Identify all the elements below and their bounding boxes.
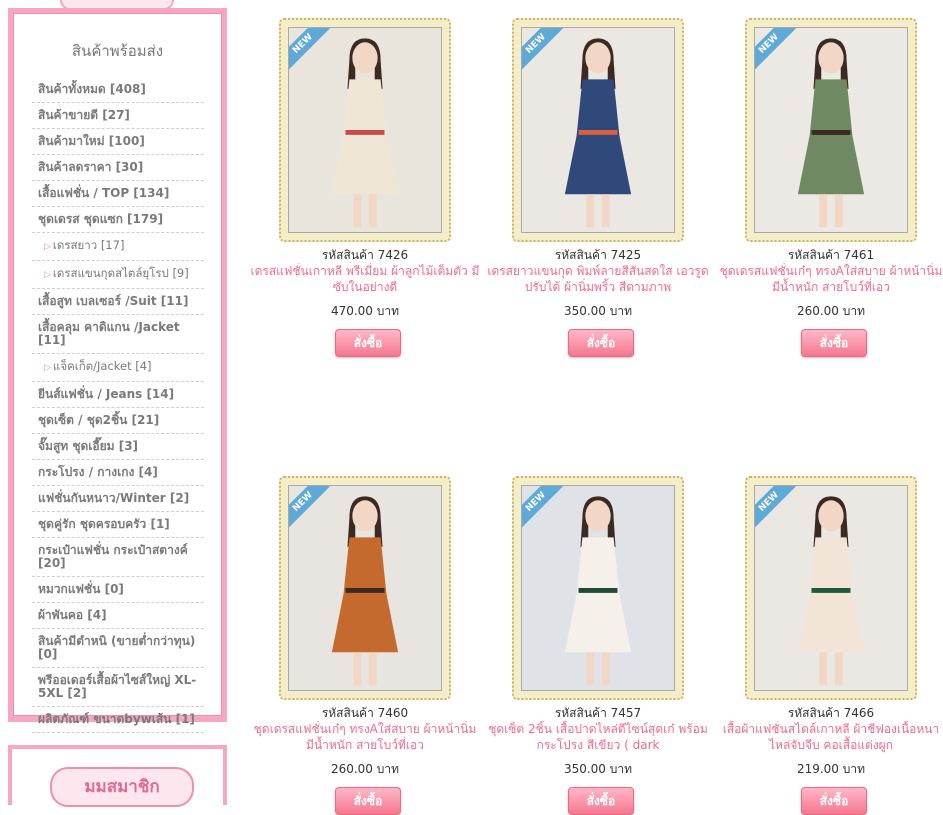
category-label: สินค้ามาใหม่ [100] — [38, 134, 145, 148]
category-label: หมวกแฟชั่น [0] — [38, 582, 124, 596]
category-item[interactable]: เสื้อคลุม คาดิแกน /Jacket [11] — [32, 315, 204, 354]
product-frame: NEW — [745, 476, 917, 700]
category-label: จั๊มสูท ชุดเอี๊ยม [3] — [38, 439, 139, 453]
category-label: ชุดเดรส ชุดแซก [179] — [38, 212, 164, 226]
product-name-link[interactable]: เสื้อผ้าแฟชั่นสไตล์เกาหลี ผ้าชีฟองเนื้อห… — [715, 721, 943, 753]
category-label: สินค้าทั้งหมด [408] — [38, 82, 146, 96]
product-name-link[interactable]: เดรสแฟชั่นเกาหลี พรีเมี่ยม ผ้าลูกไม้เต็ม… — [249, 263, 481, 295]
product-image[interactable]: NEW — [754, 485, 908, 691]
subcategory-item[interactable]: ▷ แจ็คเก็ต/Jacket [4] — [32, 354, 204, 382]
product-name-link[interactable]: ชุดเดรสแฟชั่นเก๋ๆ ทรงAใส่สบาย ผ้าหน้านิ่… — [249, 721, 481, 753]
category-item[interactable]: สินค้ามีตำหนิ (ขายต่ำกว่าทุน) [0] — [32, 629, 204, 668]
product-frame: NEW — [279, 18, 451, 242]
category-label: สินค้าลดราคา [30] — [38, 160, 144, 174]
buy-button[interactable]: สั่งซื้อ — [568, 787, 634, 815]
category-label: สินค้าขายดี [27] — [38, 108, 130, 122]
buy-button[interactable]: สั่งซื้อ — [801, 329, 867, 357]
category-item[interactable]: กระโปรง / กางเกง [4] — [32, 460, 204, 486]
product-frame: NEW — [279, 476, 451, 700]
product-name-link[interactable]: เดรสยาวแขนกุด พิมพ์ลายสีสันสดใส เอวรูดปร… — [482, 263, 714, 295]
category-label: ยีนส์แฟชั่น / Jeans [14] — [38, 387, 175, 401]
category-label: เสื้อคลุม คาดิแกน /Jacket [11] — [38, 320, 180, 347]
product-image[interactable]: NEW — [521, 485, 675, 691]
category-label: กระเป๋าแฟชั่น กระเป๋าสตางค์ [20] — [38, 543, 188, 570]
category-item[interactable]: กระเป๋าแฟชั่น กระเป๋าสตางค์ [20] — [32, 538, 204, 577]
category-item[interactable]: เสื้อแฟชั่น / TOP [134] — [32, 181, 204, 207]
member-label: มมสมาชิก — [50, 767, 194, 807]
category-sidebar: สินค้าพร้อมส่ง สินค้าทั้งหมด [408] สินค้า… — [8, 8, 227, 733]
model-figure-icon — [331, 496, 399, 686]
product-price: 350.00 บาท — [563, 304, 633, 318]
category-item[interactable]: สินค้าขายดี [27] — [32, 103, 204, 129]
category-item[interactable]: ยีนส์แฟชั่น / Jeans [14] — [32, 382, 204, 408]
category-label: ผ้าพันคอ [4] — [38, 608, 107, 622]
category-item[interactable]: พรีออเดอร์เสื้อผ้าไซส์ใหญ่ XL-5XL [2] — [32, 668, 204, 707]
category-sidebar-inner: สินค้าพร้อมส่ง สินค้าทั้งหมด [408] สินค้า… — [13, 13, 222, 733]
category-item[interactable]: แฟชั่นกันหนาว/Winter [2] — [32, 486, 204, 512]
category-label: เดรสยาว [17] — [52, 238, 125, 252]
product-frame: NEW — [745, 18, 917, 242]
product-image[interactable]: NEW — [288, 485, 442, 691]
product-price: 219.00 บาท — [796, 762, 866, 776]
sidebar-title: สินค้าพร้อมส่ง — [71, 42, 164, 60]
product-name-link[interactable]: ชุดเดรสแฟชั่นเก๋ๆ ทรงAใส่สบาย ผ้าหน้านิ่… — [715, 263, 943, 295]
category-item[interactable]: สินค้าลดราคา [30] — [32, 155, 204, 181]
category-label: ชุดคู่รัก ชุดครอบครัว [1] — [38, 517, 170, 531]
category-item[interactable]: หมวกแฟชั่น [0] — [32, 577, 204, 603]
category-item[interactable]: สินค้ามาใหม่ [100] — [32, 129, 204, 155]
product-price: 260.00 บาท — [330, 762, 400, 776]
category-item[interactable]: เสื้อสูท เบลเซอร์ /Suit [11] — [32, 289, 204, 315]
buy-button[interactable]: สั่งซื้อ — [335, 329, 401, 357]
buy-button[interactable]: สั่งซื้อ — [335, 787, 401, 815]
product-price: 470.00 บาท — [330, 304, 400, 318]
category-item[interactable]: ชุดเซ็ต / ชุด2ชิ้น [21] — [32, 408, 204, 434]
triangle-right-icon: ▷ — [44, 363, 51, 373]
category-label: พรีออเดอร์เสื้อผ้าไซส์ใหญ่ XL-5XL [2] — [38, 673, 197, 700]
category-item[interactable]: ผ้าพันคอ [4] — [32, 603, 204, 629]
category-label: เสื้อสูท เบลเซอร์ /Suit [11] — [38, 294, 189, 308]
model-figure-icon — [331, 38, 399, 228]
product-price: 260.00 บาท — [796, 304, 866, 318]
product-frame: NEW — [512, 18, 684, 242]
buy-button[interactable]: สั่งซื้อ — [801, 787, 867, 815]
category-label: ผลิตภัณฑ์ ขนาดbywเส้น [1] — [38, 712, 195, 726]
model-figure-icon — [797, 38, 865, 228]
product-frame: NEW — [512, 476, 684, 700]
product-image[interactable]: NEW — [521, 27, 675, 233]
model-figure-icon — [797, 496, 865, 686]
model-figure-icon — [564, 38, 632, 228]
category-item[interactable]: ชุดคู่รัก ชุดครอบครัว [1] — [32, 512, 204, 538]
category-label: สินค้ามีตำหนิ (ขายต่ำกว่าทุน) [0] — [38, 634, 196, 661]
category-label: แฟชั่นกันหนาว/Winter [2] — [38, 491, 190, 505]
member-box: มมสมาชิก — [8, 745, 227, 807]
category-item[interactable]: สินค้าทั้งหมด [408] — [32, 77, 204, 103]
category-label: เดรสแขนกุดสไตล์ยุโรป [9] — [52, 266, 189, 280]
category-item[interactable]: จั๊มสูท ชุดเอี๊ยม [3] — [32, 434, 204, 460]
category-label: เสื้อแฟชั่น / TOP [134] — [38, 186, 170, 200]
model-figure-icon — [564, 496, 632, 686]
subcategory-item[interactable]: ▷ เดรสแขนกุดสไตล์ยุโรป [9] — [32, 261, 204, 289]
category-list: สินค้าทั้งหมด [408] สินค้าขายดี [27] สินค้… — [14, 77, 221, 733]
category-label: กระโปรง / กางเกง [4] — [38, 465, 158, 479]
triangle-right-icon: ▷ — [44, 270, 51, 280]
triangle-right-icon: ▷ — [44, 242, 51, 252]
product-image[interactable]: NEW — [288, 27, 442, 233]
category-label: ชุดเซ็ต / ชุด2ชิ้น [21] — [38, 413, 160, 427]
product-name-link[interactable]: ชุดเซ็ต 2ชิ้น เสื้อปาดไหล่ดีไซน์สุดเก๋ พ… — [482, 721, 714, 753]
category-item[interactable]: ผลิตภัณฑ์ ขนาดbywเส้น [1] — [32, 707, 204, 733]
category-item[interactable]: ชุดเดรส ชุดแซก [179] — [32, 207, 204, 233]
product-price: 350.00 บาท — [563, 762, 633, 776]
category-label: แจ็คเก็ต/Jacket [4] — [52, 359, 152, 373]
buy-button[interactable]: สั่งซื้อ — [568, 329, 634, 357]
subcategory-item[interactable]: ▷ เดรสยาว [17] — [32, 233, 204, 261]
product-image[interactable]: NEW — [754, 27, 908, 233]
